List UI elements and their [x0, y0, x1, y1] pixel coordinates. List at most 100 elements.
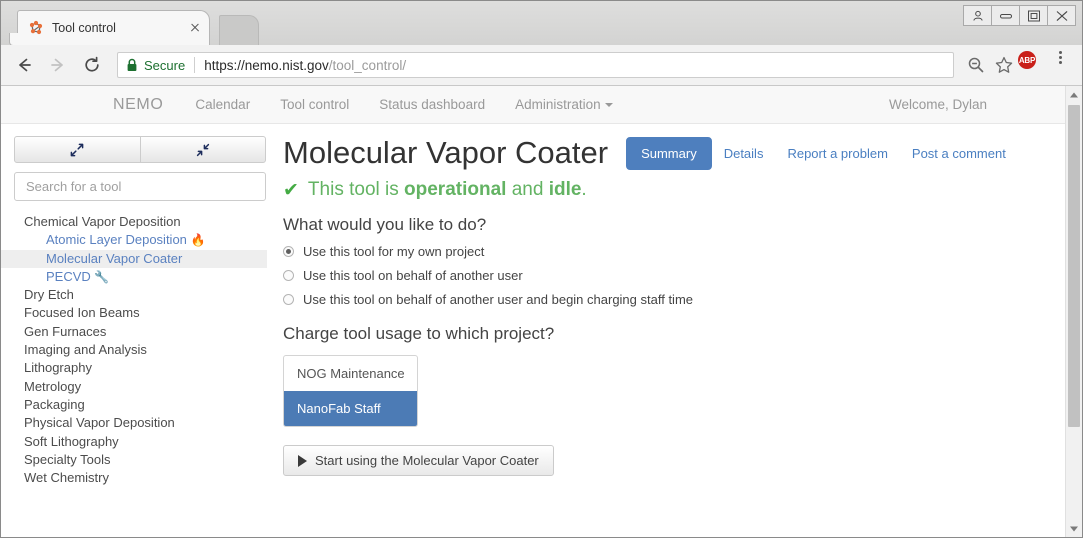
chevron-down-icon — [604, 103, 613, 108]
site-navbar: NEMO Calendar Tool control Status dashbo… — [1, 86, 1065, 124]
kebab-menu-icon[interactable] — [1046, 51, 1074, 79]
scroll-down-icon[interactable] — [1066, 520, 1082, 537]
wrench-icon: 🔧 — [94, 269, 110, 284]
tree-category-physical-vapor-deposition[interactable]: Physical Vapor Deposition — [1, 414, 267, 432]
molecule-icon — [28, 20, 44, 36]
tree-item-atomic-layer-deposition[interactable]: Atomic Layer Deposition 🔥 — [1, 231, 267, 249]
tree-category-packaging[interactable]: Packaging — [1, 396, 267, 414]
profile-icon[interactable] — [963, 5, 992, 26]
nav-link-calendar[interactable]: Calendar — [195, 97, 250, 112]
tree-controls — [14, 136, 266, 163]
tab-summary[interactable]: Summary — [626, 136, 712, 170]
status-activity: idle — [548, 179, 582, 200]
adblock-badge: ABP — [1018, 51, 1036, 69]
check-icon: ✔ — [283, 179, 299, 201]
start-button-label: Start using the Molecular Vapor Coater — [315, 453, 539, 468]
status-prefix: This tool is — [307, 179, 399, 200]
nav-link-status-dashboard[interactable]: Status dashboard — [379, 97, 485, 112]
page-viewport: NEMO Calendar Tool control Status dashbo… — [1, 86, 1082, 537]
collapse-arrows-icon[interactable] — [139, 136, 266, 163]
tree-category-gen-furnaces[interactable]: Gen Furnaces — [1, 323, 267, 341]
scrollbar-thumb[interactable] — [1068, 105, 1080, 427]
project-item-nanofab-staff[interactable]: NanoFab Staff — [284, 391, 417, 426]
tree-item-molecular-vapor-coater[interactable]: Molecular Vapor Coater — [1, 249, 267, 268]
fire-icon: 🔥 — [190, 233, 206, 248]
radio-option-behalf-of-user-staff-time[interactable]: Use this tool on behalf of another user … — [283, 292, 1045, 307]
page-scrollbar[interactable] — [1065, 86, 1082, 537]
maximize-icon[interactable] — [1019, 5, 1048, 26]
minimize-icon[interactable] — [991, 5, 1020, 26]
tree-category-imaging-and-analysis[interactable]: Imaging and Analysis — [1, 341, 267, 359]
zoom-out-icon[interactable] — [962, 51, 990, 79]
tool-tree: Chemical Vapor Deposition Atomic Layer D… — [1, 213, 267, 487]
question-charge-project: Charge tool usage to which project? — [283, 324, 555, 343]
close-icon[interactable] — [187, 20, 203, 36]
url-domain: https://nemo.nist.gov — [204, 57, 329, 73]
nav-link-administration[interactable]: Administration — [515, 97, 613, 112]
url-text: https://nemo.nist.gov/tool_control/ — [204, 58, 406, 73]
reload-icon[interactable] — [77, 50, 107, 80]
radio-label: Use this tool on behalf of another user — [303, 268, 523, 283]
search-input[interactable] — [14, 172, 266, 201]
url-path: /tool_control/ — [328, 57, 407, 73]
status-text: This tool is operational and idle. — [308, 179, 587, 201]
status-message: ✔ This tool is operational and idle. — [283, 179, 1045, 201]
status-middle: and — [511, 179, 544, 200]
page-content: Chemical Vapor Deposition Atomic Layer D… — [1, 124, 1065, 537]
scrollbar-track[interactable] — [1066, 103, 1082, 520]
tab-details[interactable]: Details — [712, 138, 776, 169]
star-icon[interactable] — [990, 51, 1018, 79]
address-bar[interactable]: Secure https://nemo.nist.gov/tool_contro… — [117, 52, 954, 78]
search-input-field[interactable] — [24, 178, 256, 195]
lock-icon — [126, 58, 138, 72]
back-icon[interactable] — [9, 50, 39, 80]
tree-category-chemical-vapor-deposition[interactable]: Chemical Vapor Deposition — [1, 213, 267, 231]
tree-category-soft-lithography[interactable]: Soft Lithography — [1, 433, 267, 451]
tab-report-a-problem[interactable]: Report a problem — [775, 138, 899, 169]
tree-item-pecvd[interactable]: PECVD 🔧 — [1, 268, 267, 286]
tree-item-label: PECVD — [46, 268, 91, 284]
tool-sidebar: Chemical Vapor Deposition Atomic Layer D… — [1, 136, 267, 537]
browser-tab[interactable]: Tool control — [9, 10, 210, 46]
page-title: Molecular Vapor Coater — [283, 135, 609, 170]
tree-category-specialty-tools[interactable]: Specialty Tools — [1, 451, 267, 469]
new-tab-button[interactable] — [219, 15, 259, 45]
start-using-tool-button[interactable]: Start using the Molecular Vapor Coater — [283, 445, 554, 476]
play-icon — [298, 454, 307, 467]
browser-toolbar: Secure https://nemo.nist.gov/tool_contro… — [1, 45, 1082, 86]
omnibox-divider — [194, 57, 196, 73]
radio-option-own-project[interactable]: Use this tool for my own project — [283, 244, 1045, 259]
radio-label: Use this tool on behalf of another user … — [303, 292, 694, 307]
nav-link-tool-control[interactable]: Tool control — [280, 97, 349, 112]
radio-button[interactable] — [283, 246, 294, 257]
tab-post-a-comment[interactable]: Post a comment — [900, 138, 1018, 169]
window-controls — [963, 5, 1076, 26]
project-list: NOG Maintenance NanoFab Staff — [283, 355, 418, 427]
adblock-plus-icon[interactable]: ABP — [1018, 51, 1046, 79]
radio-button[interactable] — [283, 270, 294, 281]
tree-category-wet-chemistry[interactable]: Wet Chemistry — [1, 469, 267, 487]
scroll-up-icon[interactable] — [1066, 86, 1082, 103]
tree-item-label: Atomic Layer Deposition — [46, 232, 187, 248]
close-window-icon[interactable] — [1047, 5, 1076, 26]
web-page: NEMO Calendar Tool control Status dashbo… — [1, 86, 1065, 537]
tool-detail-panel: Molecular Vapor Coater Summary Details R… — [267, 136, 1065, 537]
radio-button[interactable] — [283, 294, 294, 305]
nav-link-administration-label: Administration — [515, 97, 601, 112]
radio-label: Use this tool for my own project — [303, 244, 485, 259]
welcome-message: Welcome, Dylan — [888, 97, 987, 112]
browser-window: Tool control Secure https://nemo.nist.go… — [0, 0, 1083, 538]
site-brand[interactable]: NEMO — [113, 96, 163, 114]
expand-arrows-icon[interactable] — [14, 136, 141, 163]
tree-category-metrology[interactable]: Metrology — [1, 378, 267, 396]
project-item-nog-maintenance[interactable]: NOG Maintenance — [284, 356, 417, 391]
radio-option-behalf-of-user[interactable]: Use this tool on behalf of another user — [283, 268, 1045, 283]
forward-icon — [43, 50, 73, 80]
tree-category-dry-etch[interactable]: Dry Etch — [1, 286, 267, 304]
tree-category-focused-ion-beams[interactable]: Focused Ion Beams — [1, 304, 267, 322]
status-suffix: . — [581, 179, 587, 200]
tree-category-lithography[interactable]: Lithography — [1, 359, 267, 377]
secure-label: Secure — [144, 57, 186, 73]
question-what-to-do: What would you like to do? — [283, 215, 487, 234]
status-state: operational — [404, 179, 507, 200]
